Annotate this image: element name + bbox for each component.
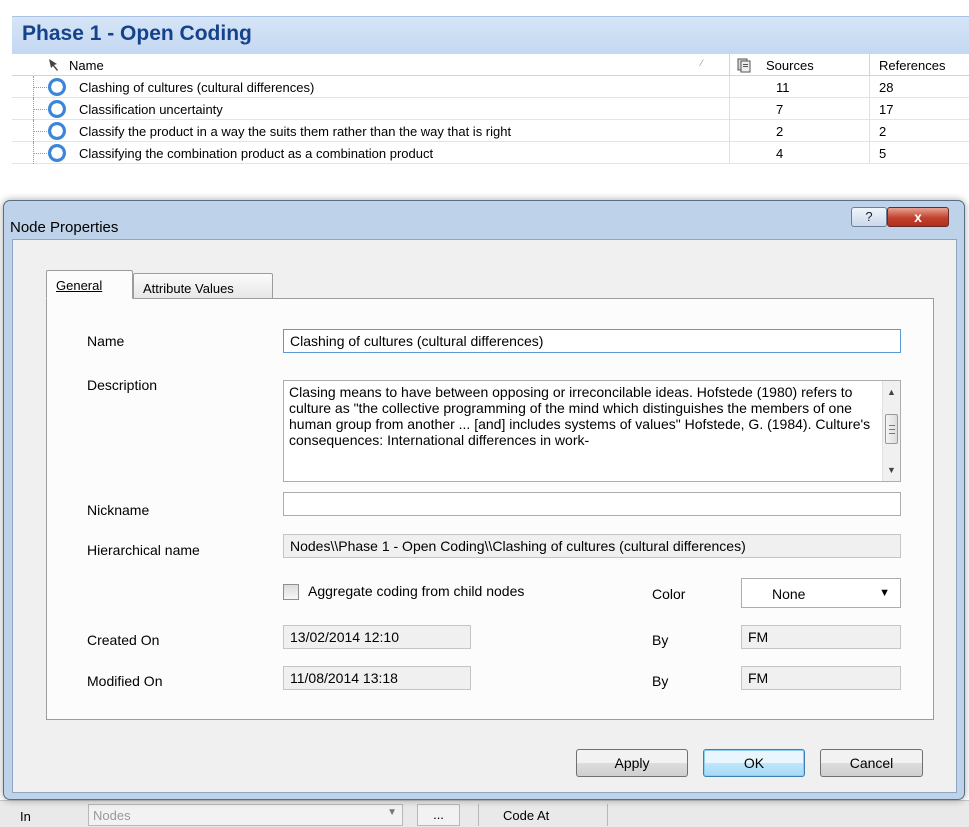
column-divider [729,54,730,76]
column-divider [729,98,730,120]
general-tab-panel: Name Clashing of cultures (cultural diff… [46,298,934,720]
phase-title: Phase 1 - Open Coding [22,22,252,45]
color-select[interactable]: None ▼ [741,578,901,608]
chevron-down-icon: ▼ [879,587,890,599]
row-name: Classification uncertainty [79,102,223,117]
created-by-label: By [652,632,669,648]
row-name: Classify the product in a way the suits … [79,124,512,139]
dialog-client-area: General Attribute Values Name Clashing o… [12,239,957,793]
node-icon [48,100,66,118]
tree-line [33,87,47,88]
dialog-title: Node Properties [10,219,119,236]
node-icon [48,122,66,140]
column-divider [869,76,870,98]
modified-by-label: By [652,673,669,689]
color-label: Color [652,586,686,602]
name-input[interactable]: Clashing of cultures (cultural differenc… [283,329,901,353]
sort-indicator-icon: ⁄ [701,58,703,68]
description-scrollbar[interactable]: ▲ ▼ [882,381,900,481]
in-label: In [20,809,31,824]
nickname-label: Nickname [87,502,150,518]
column-divider [869,98,870,120]
sources-icon [736,57,752,73]
chevron-down-icon: ▼ [387,807,397,818]
apply-button[interactable]: Apply [576,749,688,777]
node-properties-dialog: Node Properties ? x General Attribute Va… [3,200,965,800]
created-on-field: 13/02/2014 12:10 [283,625,471,649]
column-divider [729,76,730,98]
row-references: 5 [879,146,887,161]
nickname-input[interactable] [283,492,901,516]
hierarchical-name-field: Nodes\\Phase 1 - Open Coding\\Clashing o… [283,534,901,558]
scroll-down-icon[interactable]: ▼ [887,465,896,475]
description-text: Clasing means to have between opposing o… [289,384,871,448]
cancel-button[interactable]: Cancel [820,749,923,777]
description-textarea[interactable]: Clasing means to have between opposing o… [283,380,901,482]
tab-attribute-values[interactable]: Attribute Values [133,273,273,299]
column-header-sources[interactable]: Sources [766,58,814,73]
description-label: Description [87,377,158,393]
tree-line [33,109,47,110]
row-references: 2 [879,124,887,139]
code-at-label: Code At [478,804,608,826]
scope-dropdown[interactable]: Nodes ▼ [88,804,403,826]
column-divider [869,54,870,76]
hierarchical-name-label: Hierarchical name [87,542,200,558]
column-divider [729,142,730,164]
help-button[interactable]: ? [851,207,887,227]
table-row[interactable]: Clashing of cultures (cultural differenc… [12,76,969,98]
tab-attribute-values-label: Attribute Values [143,281,234,296]
close-button[interactable]: x [887,207,949,227]
aggregate-label[interactable]: Aggregate coding from child nodes [308,583,524,599]
table-row[interactable]: Classifying the combination product as a… [12,142,969,164]
scope-value: Nodes [93,808,131,823]
row-sources: 4 [776,146,784,161]
browse-button[interactable]: ... [417,804,460,826]
ok-button[interactable]: OK [703,749,805,777]
tab-general[interactable]: General [46,270,133,299]
created-by-field: FM [741,625,901,649]
column-header-references[interactable]: References [879,58,945,73]
row-sources: 2 [776,124,784,139]
row-name: Classifying the combination product as a… [79,146,434,161]
phase-header: Phase 1 - Open Coding [12,16,969,54]
node-icon [48,78,66,96]
tab-general-label: General [56,278,103,293]
pin-icon[interactable] [46,56,62,72]
column-divider [869,142,870,164]
name-label: Name [87,333,125,349]
grid-header: Name ⁄ Sources References [12,54,969,76]
column-divider [869,120,870,142]
row-sources: 11 [776,80,790,95]
tree-line [33,153,47,154]
created-on-label: Created On [87,632,160,648]
row-references: 28 [879,80,894,95]
column-header-name[interactable]: Name [69,58,104,73]
row-sources: 7 [776,102,784,117]
modified-by-field: FM [741,666,901,690]
column-divider [729,120,730,142]
row-references: 17 [879,102,894,117]
scroll-up-icon[interactable]: ▲ [887,387,896,397]
aggregate-checkbox[interactable] [283,584,299,600]
node-icon [48,144,66,162]
modified-on-field: 11/08/2014 13:18 [283,666,471,690]
tree-line [33,131,47,132]
row-name: Clashing of cultures (cultural differenc… [79,80,315,95]
modified-on-label: Modified On [87,673,163,689]
code-at-bar: In Nodes ▼ ... Code At [0,800,969,827]
table-row[interactable]: Classify the product in a way the suits … [12,120,969,142]
color-select-value: None [772,586,806,602]
scroll-thumb[interactable] [885,414,898,444]
table-row[interactable]: Classification uncertainty 7 17 [12,98,969,120]
